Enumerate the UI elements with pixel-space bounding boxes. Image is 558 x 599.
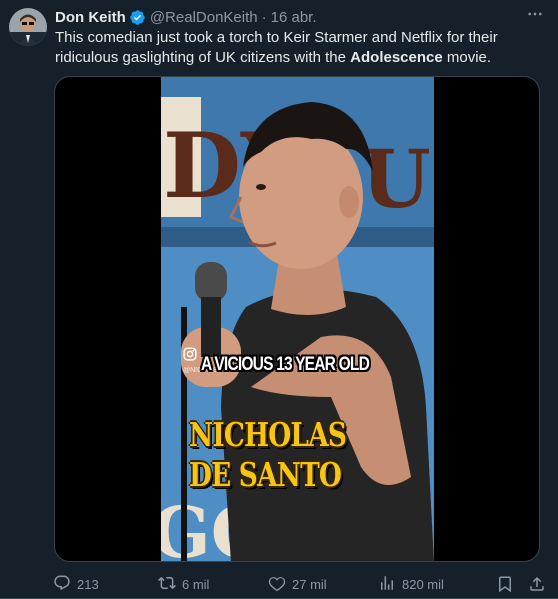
tweet[interactable]: Don Keith @RealDonKeith · 16 abr. This c…	[0, 0, 558, 599]
tweet-actions-right	[496, 575, 546, 593]
heart-icon	[268, 574, 286, 595]
views-chart-icon	[378, 574, 396, 595]
timestamp[interactable]: 16 abr.	[271, 9, 317, 26]
tweet-text-bold: Adolescence	[350, 49, 443, 66]
video-frame[interactable]: DY UN GO	[161, 77, 434, 561]
video-caption-line1: A VICIOUS 13 YEAR OLD	[201, 354, 370, 375]
bookmark-icon[interactable]	[496, 575, 514, 593]
instagram-icon	[183, 347, 197, 361]
retweet-icon	[158, 574, 176, 595]
author-handle[interactable]: @RealDonKeith	[150, 9, 258, 26]
video-player[interactable]: DY UN GO	[54, 76, 540, 562]
views-count: 820 mil	[402, 576, 444, 592]
tweet-text: This comedian just took a torch to Keir …	[55, 28, 535, 68]
retweet-count: 6 mil	[182, 576, 210, 592]
reply-button[interactable]: 213	[48, 574, 158, 595]
like-button[interactable]: 27 mil	[268, 574, 378, 595]
more-icon[interactable]	[526, 5, 544, 28]
share-icon[interactable]	[528, 575, 546, 593]
tweet-text-part: movie.	[442, 49, 492, 66]
video-caption-line3: DE SANTO	[189, 455, 342, 494]
separator-dot: ·	[261, 8, 267, 26]
like-count: 27 mil	[292, 576, 327, 592]
reply-count: 213	[77, 576, 99, 592]
tweet-actions: 213 6 mil 27 mil 820 mil	[48, 572, 546, 596]
verified-badge-icon	[129, 9, 146, 26]
avatar[interactable]	[9, 8, 47, 46]
svg-text:UN: UN	[361, 132, 434, 226]
video-caption-line2: NICHOLAS	[189, 415, 347, 454]
author-name[interactable]: Don Keith	[55, 9, 126, 26]
retweet-button[interactable]: 6 mil	[158, 574, 268, 595]
views-button[interactable]: 820 mil	[378, 574, 488, 595]
reply-icon	[53, 574, 71, 595]
tweet-header: Don Keith @RealDonKeith · 16 abr.	[55, 7, 518, 27]
